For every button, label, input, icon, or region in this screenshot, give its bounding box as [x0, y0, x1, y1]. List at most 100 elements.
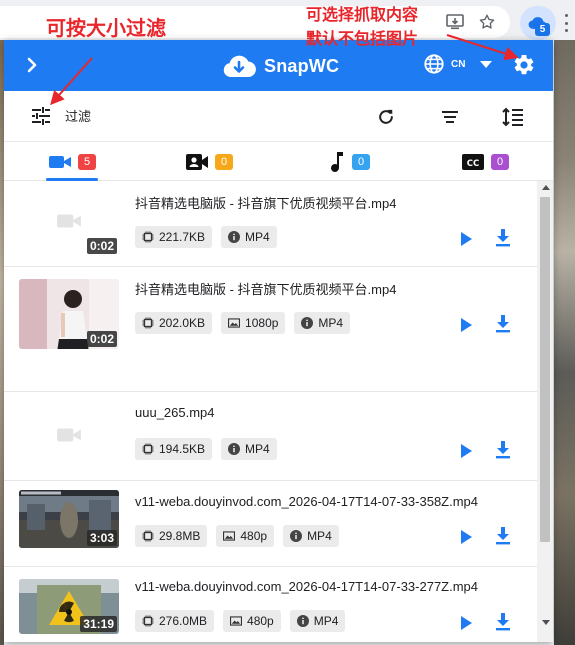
file-name: v11-weba.douyinvod.com_2026-04-17T14-07-… — [135, 579, 479, 594]
cloud-download-icon — [223, 55, 256, 78]
download-icon[interactable] — [493, 314, 513, 334]
bookmark-star-icon[interactable] — [477, 12, 497, 32]
scroll-down-arrow-icon[interactable] — [542, 620, 550, 625]
audio-count-badge: 0 — [352, 154, 370, 170]
file-format: MP4 — [245, 442, 270, 456]
file-format: MP4 — [313, 614, 339, 628]
play-icon[interactable] — [457, 316, 475, 334]
closed-caption-icon: CC — [462, 154, 484, 170]
format-chip: MP4 — [294, 312, 351, 334]
download-icon[interactable] — [493, 440, 513, 460]
thumbnail[interactable]: 0:02 — [19, 186, 119, 256]
image-icon — [228, 317, 241, 329]
language-selector[interactable]: CN — [423, 53, 465, 75]
file-meta: 221.7KB MP4 — [135, 226, 277, 248]
annotation-filter-note: 可按大小过滤 — [46, 16, 166, 40]
resolution-chip: 480p — [223, 610, 281, 632]
thumbnail[interactable]: 0:02 — [19, 279, 119, 349]
thumbnail[interactable]: 31:19 — [19, 579, 119, 634]
chip-size-icon — [142, 530, 154, 542]
download-icon[interactable] — [493, 612, 513, 632]
chip-size-icon — [142, 231, 154, 243]
refresh-button[interactable] — [375, 106, 397, 128]
format-chip: MP4 — [221, 226, 277, 248]
size-chip: 202.0KB — [135, 312, 213, 334]
scrollbar[interactable] — [537, 181, 553, 642]
subtitle-count-badge: 0 — [491, 154, 509, 170]
info-icon — [301, 317, 314, 329]
file-meta: 276.0MB 480p MP4 — [135, 610, 346, 632]
filter-button[interactable]: 过滤 — [31, 106, 91, 125]
file-name: 抖音精选电脑版 - 抖音旗下优质视频平台.mp4 — [135, 282, 397, 297]
chevron-right-icon[interactable] — [22, 55, 42, 75]
extension-popup: SnapWC CN 过滤 5 0 0 CC 0 0:02 抖音精选电脑版 - 抖… — [4, 40, 553, 642]
live-camera-icon — [186, 154, 208, 170]
list-item: 0:02 抖音精选电脑版 - 抖音旗下优质视频平台.mp4 221.7KB MP… — [4, 181, 537, 267]
download-icon[interactable] — [493, 228, 513, 248]
info-icon — [228, 443, 241, 455]
size-chip: 29.8MB — [135, 525, 208, 547]
resolution-chip: 480p — [216, 525, 275, 547]
scroll-up-arrow-icon[interactable] — [542, 185, 550, 190]
info-icon — [290, 530, 303, 542]
language-code: CN — [451, 58, 466, 70]
info-icon — [228, 231, 241, 243]
tab-video[interactable]: 5 — [48, 151, 96, 173]
file-size: 29.8MB — [159, 529, 201, 543]
scrollbar-thumb[interactable] — [540, 197, 550, 542]
caret-down-icon[interactable] — [480, 61, 492, 68]
annotation-settings-line2: 默认不包括图片 — [306, 29, 419, 48]
file-resolution: 1080p — [245, 316, 279, 330]
sort-button[interactable] — [439, 106, 461, 128]
size-sort-button[interactable] — [502, 106, 524, 128]
filter-sliders-icon — [32, 106, 50, 125]
duration-badge: 0:02 — [86, 331, 117, 347]
extension-badge: 5 — [535, 23, 550, 36]
file-size: 276.0MB — [159, 614, 208, 628]
thumbnail[interactable]: 3:03 — [19, 490, 119, 548]
file-size: 202.0KB — [159, 316, 206, 330]
sort-lines-icon — [442, 111, 458, 123]
filter-label: 过滤 — [65, 109, 92, 124]
app-name: SnapWC — [264, 55, 340, 76]
chip-size-icon — [142, 615, 154, 627]
media-list: 0:02 抖音精选电脑版 - 抖音旗下优质视频平台.mp4 221.7KB MP… — [4, 181, 537, 642]
install-app-icon[interactable] — [445, 12, 465, 32]
live-count-badge: 0 — [215, 154, 233, 170]
video-count-badge: 5 — [78, 154, 96, 170]
play-icon[interactable] — [457, 230, 475, 248]
file-size: 194.5KB — [159, 442, 206, 456]
browser-menu-icon[interactable] — [563, 14, 569, 32]
play-icon[interactable] — [457, 528, 475, 546]
file-size: 221.7KB — [159, 230, 206, 244]
play-icon[interactable] — [457, 614, 475, 632]
image-icon — [230, 615, 243, 627]
list-item: 31:19 v11-weba.douyinvod.com_2026-04-17T… — [4, 567, 537, 642]
play-icon[interactable] — [457, 442, 475, 460]
format-chip: MP4 — [289, 610, 346, 632]
format-chip: MP4 — [221, 438, 277, 460]
file-name: uuu_265.mp4 — [135, 405, 215, 420]
chip-size-icon — [142, 443, 154, 455]
download-icon[interactable] — [493, 526, 513, 546]
toolbar: 过滤 — [4, 91, 553, 141]
tab-audio[interactable]: 0 — [328, 151, 370, 173]
file-format: MP4 — [245, 230, 270, 244]
format-chip: MP4 — [283, 525, 339, 547]
annotation-settings-note: 可选择抓取内容 默认不包括图片 — [306, 3, 418, 51]
video-placeholder-icon — [57, 214, 81, 228]
line-spacing-icon — [502, 107, 523, 127]
tab-live[interactable]: 0 — [185, 151, 233, 173]
tab-subtitle[interactable]: CC 0 — [461, 151, 509, 173]
media-tabs: 5 0 0 CC 0 — [4, 141, 553, 181]
video-placeholder-icon — [57, 428, 81, 442]
annotation-settings-line1: 可选择抓取内容 — [306, 5, 419, 24]
file-name: v11-weba.douyinvod.com_2026-04-17T14-07-… — [135, 494, 479, 509]
globe-icon — [424, 54, 444, 74]
list-item: uuu_265.mp4 194.5KB MP4 — [4, 392, 537, 481]
thumbnail[interactable] — [19, 400, 119, 470]
chip-size-icon — [142, 317, 154, 329]
file-meta: 202.0KB 1080p MP4 — [135, 312, 351, 334]
info-icon — [296, 615, 309, 627]
gear-icon[interactable] — [512, 53, 536, 77]
